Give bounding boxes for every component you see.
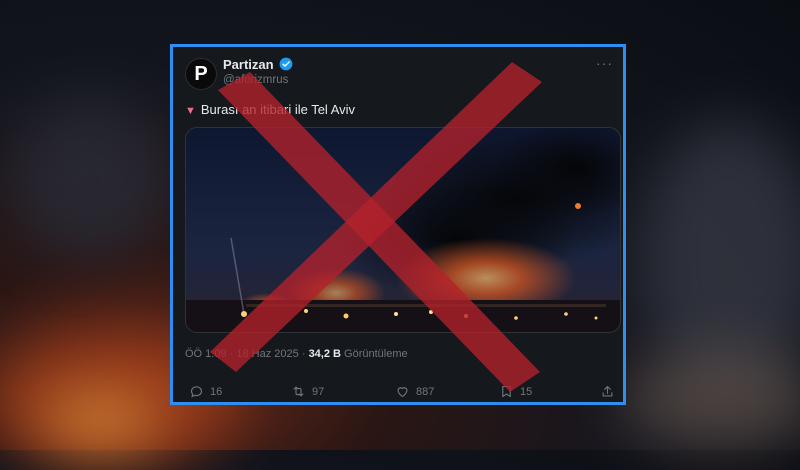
tweet-text-content: Burası an itibari ile Tel Aviv — [200, 102, 356, 117]
bookmark-count: 15 — [520, 385, 533, 398]
reply-button[interactable]: 16 — [189, 384, 222, 399]
night-fire-photo — [186, 128, 620, 332]
verified-badge-icon — [279, 57, 293, 71]
tweet-media-image[interactable] — [185, 127, 621, 333]
view-count: 34,2 B — [308, 348, 341, 360]
background-glow — [10, 100, 170, 260]
more-icon[interactable]: ··· — [596, 55, 613, 71]
tweet-text: ▼ Burası an itibari ile Tel Aviv — [185, 102, 355, 117]
view-label: Görüntüleme — [344, 348, 408, 360]
tweet-time[interactable]: ÖÖ 1:09 — [185, 348, 227, 360]
share-icon — [602, 385, 613, 397]
retweet-icon — [293, 386, 304, 397]
meta-separator: · — [301, 348, 306, 360]
action-bar: 16 97 887 15 — [185, 382, 617, 404]
like-icon — [397, 387, 408, 398]
reply-count: 16 — [210, 385, 223, 398]
user-handle[interactable]: @aforizmrus — [223, 74, 288, 86]
reply-icon — [190, 386, 203, 398]
avatar[interactable]: P — [185, 58, 217, 90]
like-count: 887 — [416, 385, 435, 398]
red-triangle-icon: ▼ — [185, 105, 196, 117]
share-button[interactable] — [600, 384, 615, 399]
background-glow — [620, 350, 800, 450]
tweet-date[interactable]: 18 Haz 2025 — [236, 348, 298, 360]
tweet-meta: ÖÖ 1:09 · 18 Haz 2025 · 34,2 B Görüntüle… — [185, 348, 408, 360]
display-name[interactable]: Partizan — [223, 57, 274, 72]
bookmark-icon — [502, 385, 511, 398]
background-glow — [40, 390, 160, 450]
bookmark-button[interactable]: 15 — [499, 384, 532, 399]
like-button[interactable]: 887 — [395, 384, 434, 399]
retweet-button[interactable]: 97 — [291, 384, 324, 399]
retweet-count: 97 — [312, 385, 325, 398]
tweet-card[interactable]: P Partizan @aforizmrus ··· ▼ Burası an it… — [170, 44, 626, 405]
meta-separator: · — [229, 348, 234, 360]
